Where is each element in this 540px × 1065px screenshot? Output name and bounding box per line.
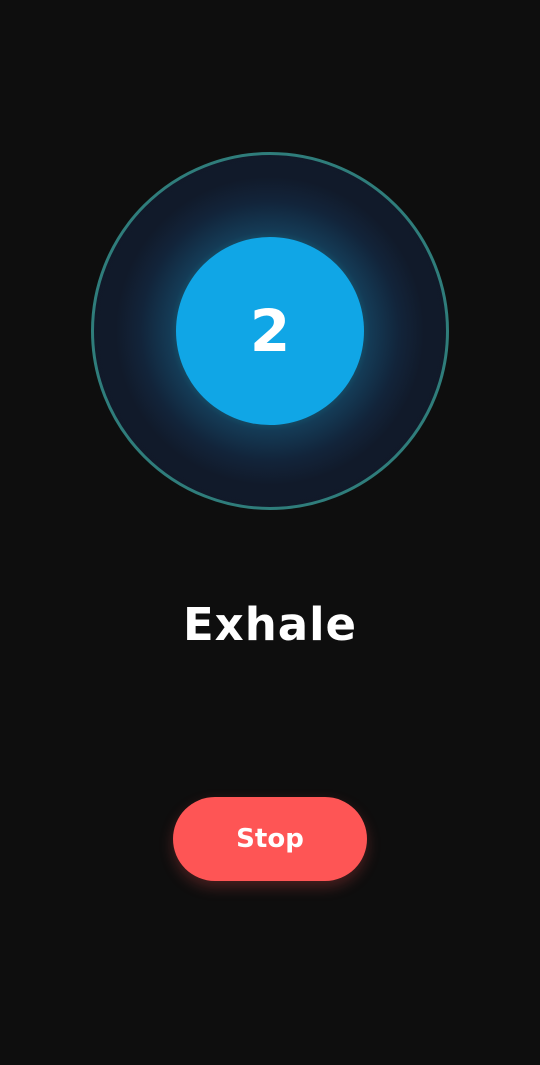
stop-button-label: Stop bbox=[236, 824, 304, 854]
breathing-inner-circle: 2 bbox=[176, 237, 364, 425]
breathing-phase-label: Exhale bbox=[182, 598, 358, 651]
stop-button[interactable]: Stop bbox=[173, 797, 367, 881]
breathing-screen: 2 Exhale Stop bbox=[0, 0, 540, 1065]
countdown-number: 2 bbox=[249, 297, 291, 365]
